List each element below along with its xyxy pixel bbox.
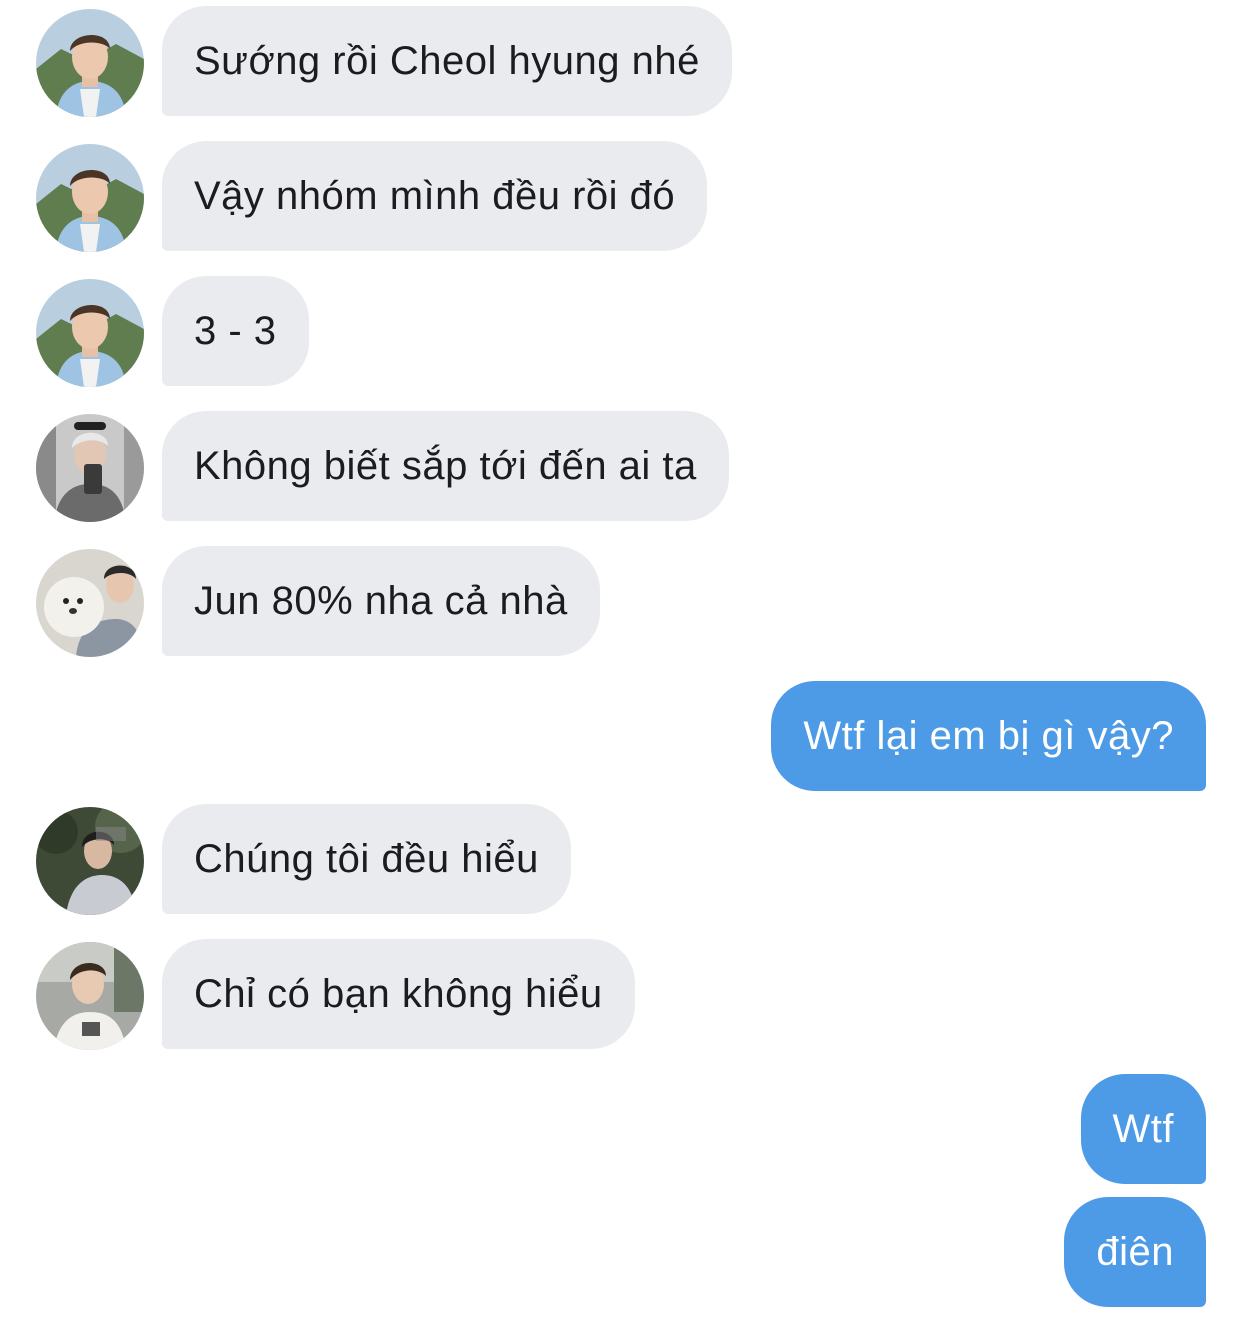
- message-row-outgoing: Wtf: [0, 1074, 1242, 1184]
- message-row-incoming: Chỉ có bạn không hiểu: [0, 939, 1242, 1050]
- avatar-boy-trees-icon: [36, 807, 144, 915]
- avatar-boy-dog-icon: [36, 549, 144, 657]
- sender-avatar[interactable]: [36, 942, 144, 1050]
- message-row-incoming: 3 - 3: [0, 276, 1242, 387]
- avatar-boy-mountain-icon: [36, 9, 144, 117]
- message-bubble-outgoing[interactable]: Wtf: [1080, 1074, 1206, 1184]
- avatar-mirror-selfie-icon: [36, 414, 144, 522]
- sender-avatar[interactable]: [36, 549, 144, 657]
- message-bubble[interactable]: Vậy nhóm mình đều rồi đó: [162, 141, 708, 251]
- sender-avatar[interactable]: [36, 9, 144, 117]
- message-bubble[interactable]: 3 - 3: [162, 276, 309, 386]
- message-row-outgoing: điên: [0, 1197, 1242, 1307]
- message-bubble[interactable]: Chúng tôi đều hiểu: [162, 804, 571, 914]
- message-row-incoming: Không biết sắp tới đến ai ta: [0, 411, 1242, 522]
- avatar-boy-street-icon: [36, 942, 144, 1050]
- sender-avatar[interactable]: [36, 144, 144, 252]
- message-bubble[interactable]: Jun 80% nha cả nhà: [162, 546, 600, 656]
- message-row-outgoing: Wtf lại em bị gì vậy?: [0, 681, 1242, 791]
- sender-avatar[interactable]: [36, 807, 144, 915]
- sender-avatar[interactable]: [36, 279, 144, 387]
- message-bubble[interactable]: Chỉ có bạn không hiểu: [162, 939, 635, 1049]
- message-bubble[interactable]: Không biết sắp tới đến ai ta: [162, 411, 729, 521]
- message-row-incoming: Vậy nhóm mình đều rồi đó: [0, 141, 1242, 252]
- sender-avatar[interactable]: [36, 414, 144, 522]
- message-row-incoming: Chúng tôi đều hiểu: [0, 804, 1242, 915]
- message-row-incoming: Jun 80% nha cả nhà: [0, 546, 1242, 657]
- message-bubble-outgoing[interactable]: điên: [1064, 1197, 1206, 1307]
- message-row-incoming: Sướng rồi Cheol hyung nhé: [0, 6, 1242, 117]
- message-bubble-outgoing[interactable]: Wtf lại em bị gì vậy?: [771, 681, 1206, 791]
- message-bubble[interactable]: Sướng rồi Cheol hyung nhé: [162, 6, 732, 116]
- avatar-boy-mountain-icon: [36, 144, 144, 252]
- avatar-boy-mountain-icon: [36, 279, 144, 387]
